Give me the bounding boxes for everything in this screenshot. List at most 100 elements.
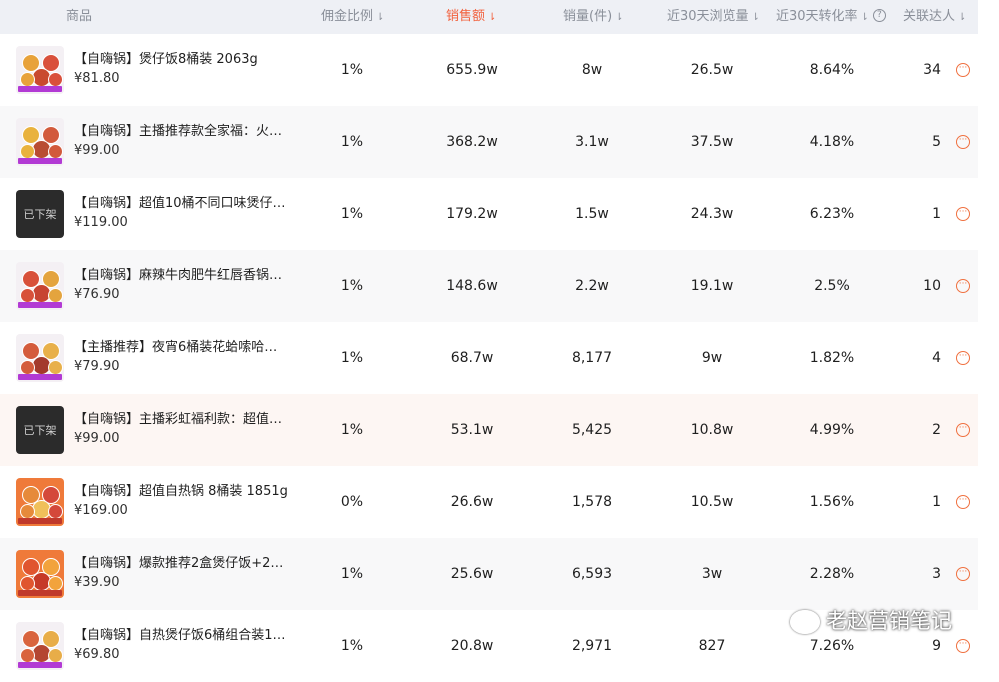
sales-volume-value: 6,593 bbox=[571, 566, 613, 582]
off-shelf-label: 已下架 bbox=[23, 424, 57, 437]
bowl-graphic bbox=[48, 504, 63, 519]
col-product-label: 商品 bbox=[66, 9, 93, 24]
conversion-value: 6.23% bbox=[809, 206, 855, 222]
product-thumbnail[interactable] bbox=[16, 334, 64, 382]
table-row[interactable]: 已下架 【自嗨锅】超值10桶不同口味煲仔… ¥119.00 1% 179.2w 1.5w 2… bbox=[0, 178, 978, 250]
product-title[interactable]: 【自嗨锅】超值自热锅 8桶装 1851g bbox=[74, 480, 289, 499]
conversion-value: 8.64% bbox=[809, 62, 855, 78]
product-title[interactable]: 【自嗨锅】主播推荐款全家福：火… bbox=[74, 120, 289, 139]
product-price: ¥99.00 bbox=[74, 143, 120, 158]
related-kols-count: 3 bbox=[932, 566, 941, 582]
table-row[interactable]: 【自嗨锅】麻辣牛肉肥牛红唇香锅… ¥76.90 1% 148.6w 2.2w 19.1w 2… bbox=[0, 250, 978, 322]
col-product: 商品 bbox=[66, 0, 92, 34]
col-sales-amount-label: 销售额 bbox=[446, 9, 486, 24]
promo-badge bbox=[18, 662, 62, 668]
more-circle-icon[interactable]: ··· bbox=[956, 423, 970, 437]
off-shelf-label: 已下架 bbox=[23, 208, 57, 221]
product-thumbnail[interactable] bbox=[16, 622, 64, 670]
related-kols-count: 34 bbox=[923, 62, 941, 78]
col-views[interactable]: 近30天浏览量 ⇂ bbox=[667, 0, 760, 34]
more-circle-icon[interactable]: ··· bbox=[956, 279, 970, 293]
more-circle-icon[interactable]: ··· bbox=[956, 135, 970, 149]
bowl-graphic bbox=[20, 576, 35, 591]
product-title[interactable]: 【自嗨锅】麻辣牛肉肥牛红唇香锅… bbox=[74, 264, 289, 283]
product-thumbnail[interactable]: 已下架 bbox=[16, 406, 64, 454]
promo-badge bbox=[18, 302, 62, 308]
product-thumbnail[interactable] bbox=[16, 478, 64, 526]
product-title[interactable]: 【主播推荐】夜宵6桶装花蛤嗦哈… bbox=[74, 336, 289, 355]
conversion-value: 4.18% bbox=[809, 134, 855, 150]
more-circle-icon[interactable]: ··· bbox=[956, 567, 970, 581]
promo-badge bbox=[18, 374, 62, 380]
sort-down-icon[interactable]: ⇂ bbox=[958, 1, 966, 35]
sort-down-icon[interactable]: ⇂ bbox=[861, 1, 869, 35]
product-thumbnail[interactable] bbox=[16, 46, 64, 94]
col-conversion[interactable]: 近30天转化率 ⇂? bbox=[776, 0, 886, 34]
more-circle-icon[interactable]: ··· bbox=[956, 207, 970, 221]
sales-amount-value: 26.6w bbox=[450, 494, 494, 510]
views-value: 10.5w bbox=[690, 494, 734, 510]
bowl-graphic bbox=[20, 288, 35, 303]
sales-volume-value: 5,425 bbox=[571, 422, 613, 438]
sort-down-icon[interactable]: ⇂ bbox=[615, 1, 623, 35]
views-value: 10.8w bbox=[690, 422, 734, 438]
conversion-value: 2.5% bbox=[814, 278, 850, 294]
watermark: 老赵营销笔记 bbox=[790, 605, 952, 635]
conversion-value: 1.56% bbox=[809, 494, 855, 510]
promo-badge bbox=[18, 590, 62, 596]
col-sales-volume[interactable]: 销量(件) ⇂ bbox=[563, 0, 624, 34]
col-commission[interactable]: 佣金比例 ⇂ bbox=[321, 0, 384, 34]
bowl-graphic bbox=[48, 360, 63, 375]
table-row[interactable]: 已下架 【自嗨锅】主播彩虹福利款：超值… ¥99.00 1% 53.1w 5,425 10.… bbox=[0, 394, 978, 466]
sales-volume-value: 3.1w bbox=[575, 134, 609, 150]
views-value: 24.3w bbox=[690, 206, 734, 222]
product-price: ¥69.80 bbox=[74, 647, 120, 662]
product-title[interactable]: 【自嗨锅】主播彩虹福利款：超值… bbox=[74, 408, 289, 427]
more-circle-icon[interactable]: ··· bbox=[956, 63, 970, 77]
views-value: 3w bbox=[701, 566, 723, 582]
more-circle-icon[interactable]: ··· bbox=[956, 639, 970, 653]
sort-down-icon[interactable]: ⇂ bbox=[376, 1, 384, 35]
table-row[interactable]: 【主播推荐】夜宵6桶装花蛤嗦哈… ¥79.90 1% 68.7w 8,177 9w 1.82… bbox=[0, 322, 978, 394]
product-price: ¥99.00 bbox=[74, 431, 120, 446]
col-conversion-label: 近30天转化率 bbox=[776, 9, 858, 24]
table-row[interactable]: 【自嗨锅】主播推荐款全家福：火… ¥99.00 1% 368.2w 3.1w 37.5w 4… bbox=[0, 106, 978, 178]
sales-volume-value: 1.5w bbox=[575, 206, 609, 222]
product-title[interactable]: 【自嗨锅】煲仔饭8桶装 2063g bbox=[74, 48, 289, 67]
product-thumbnail[interactable]: 已下架 bbox=[16, 190, 64, 238]
help-circle-icon[interactable]: ? bbox=[872, 9, 886, 22]
commission-value: 1% bbox=[340, 638, 364, 654]
col-sales-amount[interactable]: 销售额 ⇂ bbox=[446, 0, 496, 34]
table-header: 商品 佣金比例 ⇂ 销售额 ⇂ 销量(件) ⇂ 近30天浏览量 ⇂ 近30天转化率 ⇂? … bbox=[0, 0, 978, 34]
sort-down-icon[interactable]: ⇂ bbox=[752, 1, 760, 35]
sales-amount-value: 68.7w bbox=[450, 350, 494, 366]
table-row[interactable]: 【自嗨锅】爆款推荐2盒煲仔饭+2… ¥39.90 1% 25.6w 6,593 3w 2.2… bbox=[0, 538, 978, 610]
more-circle-icon[interactable]: ··· bbox=[956, 351, 970, 365]
product-thumbnail[interactable] bbox=[16, 262, 64, 310]
conversion-value: 4.99% bbox=[809, 422, 855, 438]
product-thumbnail[interactable] bbox=[16, 118, 64, 166]
sort-down-icon[interactable]: ⇂ bbox=[488, 1, 496, 35]
promo-badge bbox=[18, 158, 62, 164]
product-title[interactable]: 【自嗨锅】自热煲仔饭6桶组合装1… bbox=[74, 624, 289, 643]
product-title[interactable]: 【自嗨锅】超值10桶不同口味煲仔… bbox=[74, 192, 289, 211]
conversion-value: 1.82% bbox=[809, 350, 855, 366]
table-row[interactable]: 【自嗨锅】煲仔饭8桶装 2063g ¥81.80 1% 655.9w 8w 26.5w 8.… bbox=[0, 34, 978, 106]
commission-value: 1% bbox=[340, 350, 364, 366]
product-price: ¥119.00 bbox=[74, 215, 128, 230]
views-value: 9w bbox=[701, 350, 723, 366]
commission-value: 1% bbox=[340, 206, 364, 222]
more-circle-icon[interactable]: ··· bbox=[956, 495, 970, 509]
col-sales-volume-label: 销量(件) bbox=[563, 9, 613, 24]
product-title[interactable]: 【自嗨锅】爆款推荐2盒煲仔饭+2… bbox=[74, 552, 289, 571]
commission-value: 1% bbox=[340, 134, 364, 150]
product-thumbnail[interactable] bbox=[16, 550, 64, 598]
sales-amount-value: 148.6w bbox=[446, 278, 498, 294]
commission-value: 1% bbox=[340, 62, 364, 78]
product-price: ¥76.90 bbox=[74, 287, 120, 302]
sales-volume-value: 1,578 bbox=[571, 494, 613, 510]
bowl-graphic bbox=[20, 144, 35, 159]
sales-volume-value: 2.2w bbox=[575, 278, 609, 294]
col-related-kols[interactable]: 关联达人 ⇂ bbox=[903, 0, 966, 34]
table-row[interactable]: 【自嗨锅】超值自热锅 8桶装 1851g ¥169.00 0% 26.6w 1,578 1… bbox=[0, 466, 978, 538]
